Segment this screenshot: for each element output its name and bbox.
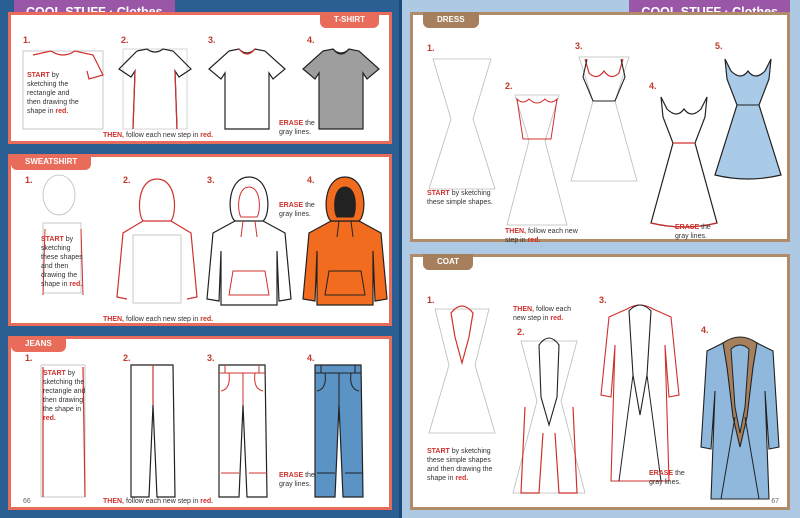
coat-sketch-2 <box>512 337 586 494</box>
sweatshirt-sketch-3 <box>206 176 292 306</box>
dress-step-5: 5. <box>715 41 723 51</box>
coat-sketch-3 <box>600 304 680 482</box>
tshirt-step-4: 4. <box>307 35 315 45</box>
tshirt-start-instructions: START by sketching the rectangle and the… <box>27 72 79 115</box>
coat-step-2: 2. <box>517 327 525 337</box>
left-page-number: 66 <box>23 498 31 505</box>
tshirt-panel: T-SHIRT 1. 2. 3. 4. START by sketching t… <box>8 12 392 144</box>
dress-step-1: 1. <box>427 43 435 53</box>
tshirt-sketch-2 <box>118 48 192 130</box>
jeans-step-3: 3. <box>207 353 215 363</box>
dress-sketch-4 <box>650 96 718 228</box>
dress-erase-instructions: ERASE the gray lines. <box>675 224 711 240</box>
coat-start-instructions: START by sketching these simple shapes a… <box>427 448 493 482</box>
sweatshirt-step-1: 1. <box>25 175 33 185</box>
dress-sketch-2 <box>506 94 568 226</box>
coat-final <box>700 336 780 500</box>
coat-then-instructions: THEN, follow each new step in red. <box>513 306 571 322</box>
jeans-sketch-3 <box>218 364 268 498</box>
sweatshirt-sketch-2 <box>116 178 198 304</box>
coat-step-1: 1. <box>427 295 435 305</box>
jeans-step-4: 4. <box>307 353 315 363</box>
dress-step-3: 3. <box>575 41 583 51</box>
sweatshirt-start-instructions: START by sketching these shapes and then… <box>41 236 83 288</box>
jeans-start-instructions: START by sketching the rectangle and the… <box>43 370 86 422</box>
tshirt-erase-instructions: ERASE the gray lines. <box>279 120 315 136</box>
jeans-panel: JEANS 1. 2. 3. 4. START by sketching the… <box>8 336 392 510</box>
right-page-number: 67 <box>771 498 779 505</box>
dress-tab: DRESS <box>423 12 479 28</box>
tshirt-step-2: 2. <box>121 35 129 45</box>
jeans-then-instructions: THEN, follow each new step in red. <box>103 498 214 505</box>
sweatshirt-then-instructions: THEN, follow each new step in red. <box>103 316 214 323</box>
coat-sketch-1 <box>428 305 496 434</box>
left-page: COOL STUFF · Clothes T-SHIRT 1. 2. 3. 4.… <box>0 0 400 518</box>
tshirt-sketch-3 <box>208 48 286 130</box>
jeans-step-1: 1. <box>25 353 33 363</box>
tshirt-tab: T-SHIRT <box>319 12 379 28</box>
tshirt-then-instructions: THEN, follow each new step in red. <box>103 132 214 139</box>
dress-sketch-1 <box>428 58 496 190</box>
dress-panel: DRESS 1. 2. 3. 4. 5. START by sketching … <box>410 12 790 244</box>
dress-step-4: 4. <box>649 81 657 91</box>
dress-start-instructions: START by sketching these simple shapes. <box>427 190 493 206</box>
sweatshirt-panel: SWEATSHIRT 1. 2. 3. 4. START by sketchin… <box>8 154 392 326</box>
jeans-sketch-2 <box>130 364 176 498</box>
jeans-tab: JEANS <box>11 336 66 352</box>
coat-panel: COAT 1. 2. 3. 4. START by sketching thes… <box>410 254 790 510</box>
right-page: COOL STUFF · Clothes DRESS 1. 2. 3. 4. 5… <box>402 0 800 518</box>
dress-final <box>714 58 782 180</box>
sweatshirt-tab: SWEATSHIRT <box>11 154 92 170</box>
dress-step-2: 2. <box>505 81 513 91</box>
tshirt-step-1: 1. <box>23 35 31 45</box>
jeans-erase-instructions: ERASE the gray lines. <box>279 472 315 488</box>
jeans-step-2: 2. <box>123 353 131 363</box>
coat-erase-instructions: ERASE the gray lines. <box>649 470 685 486</box>
coat-step-4: 4. <box>701 325 709 335</box>
sweatshirt-final <box>302 176 388 306</box>
coat-step-3: 3. <box>599 295 607 305</box>
jeans-final <box>314 364 364 498</box>
tshirt-step-3: 3. <box>208 35 216 45</box>
dress-sketch-3 <box>570 56 638 182</box>
coat-tab: COAT <box>423 254 474 270</box>
dress-then-instructions: THEN, follow each new step in red. <box>505 228 578 244</box>
